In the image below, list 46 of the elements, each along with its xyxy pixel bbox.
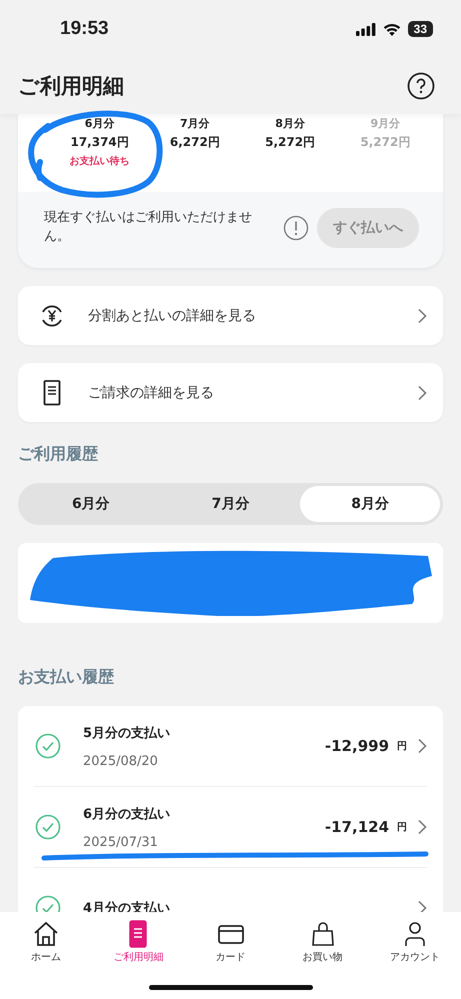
month-amount: 5,272円 xyxy=(360,134,410,151)
notice-text: 現在すぐ払いはご利用いただけません。 xyxy=(44,209,253,246)
chevron-icon xyxy=(417,384,427,400)
payment-title: 6月分の支払い xyxy=(83,806,172,822)
month-amount: 6,272円 xyxy=(170,134,220,151)
payment-amount: -17,124 xyxy=(324,818,389,836)
link-label: 分割あと払いの詳細を見る xyxy=(88,306,257,324)
link-card[interactable]: 分割あと払いの詳細を見る xyxy=(18,286,443,345)
tab-bar-item[interactable]: ご利用明細 xyxy=(92,920,184,964)
tab-bar-item[interactable]: お買い物 xyxy=(276,920,369,964)
help-icon[interactable] xyxy=(407,72,435,100)
tab-bar-item[interactable]: カード xyxy=(184,920,277,964)
signal-icon xyxy=(356,22,376,36)
month-label: 9月分 xyxy=(370,116,400,131)
month-label: 8月分 xyxy=(275,116,305,131)
section-heading: お支払い履歴 xyxy=(18,667,114,688)
payment-title: 5月分の支払い xyxy=(83,724,172,742)
currency-unit: 円 xyxy=(397,821,407,834)
payment-status: お支払い待ち xyxy=(70,154,130,168)
tab-bar-item[interactable]: ホーム xyxy=(0,920,92,964)
payment-amount: -12,999 xyxy=(324,737,389,755)
status-time: 19:53 xyxy=(60,18,109,40)
month-amount: 5,272円 xyxy=(265,134,316,151)
chevron-icon xyxy=(417,819,427,835)
month-label: 7月分 xyxy=(180,116,210,131)
page-title: ご利用明細 xyxy=(18,73,124,100)
link-label: ご請求の詳細を見る xyxy=(88,384,215,402)
month-amount: 17,374円 xyxy=(70,134,129,151)
wifi-icon xyxy=(382,22,401,36)
month-label: 6月分 xyxy=(84,116,114,131)
month-tab[interactable]: 8月分 xyxy=(300,486,440,522)
home-icon xyxy=(32,920,60,948)
month-tab[interactable]: 7月分 xyxy=(160,486,300,522)
tab-bar-item[interactable]: アカウント xyxy=(368,920,461,964)
chevron-icon xyxy=(417,308,427,324)
payment-date: 2025/07/31 xyxy=(83,834,159,850)
section-heading: ご利用履歴 xyxy=(18,444,98,465)
currency-unit: 円 xyxy=(397,740,407,753)
month-tab[interactable]: 6月分 xyxy=(21,486,161,522)
battery-level: 33 xyxy=(408,21,433,37)
check-circle-icon xyxy=(35,733,61,759)
check-circle-icon xyxy=(35,814,61,840)
info-icon[interactable] xyxy=(283,215,309,241)
link-card[interactable]: ご請求の詳細を見る xyxy=(18,363,443,422)
payment-date: 2025/08/20 xyxy=(83,754,159,768)
chevron-icon xyxy=(417,738,427,754)
